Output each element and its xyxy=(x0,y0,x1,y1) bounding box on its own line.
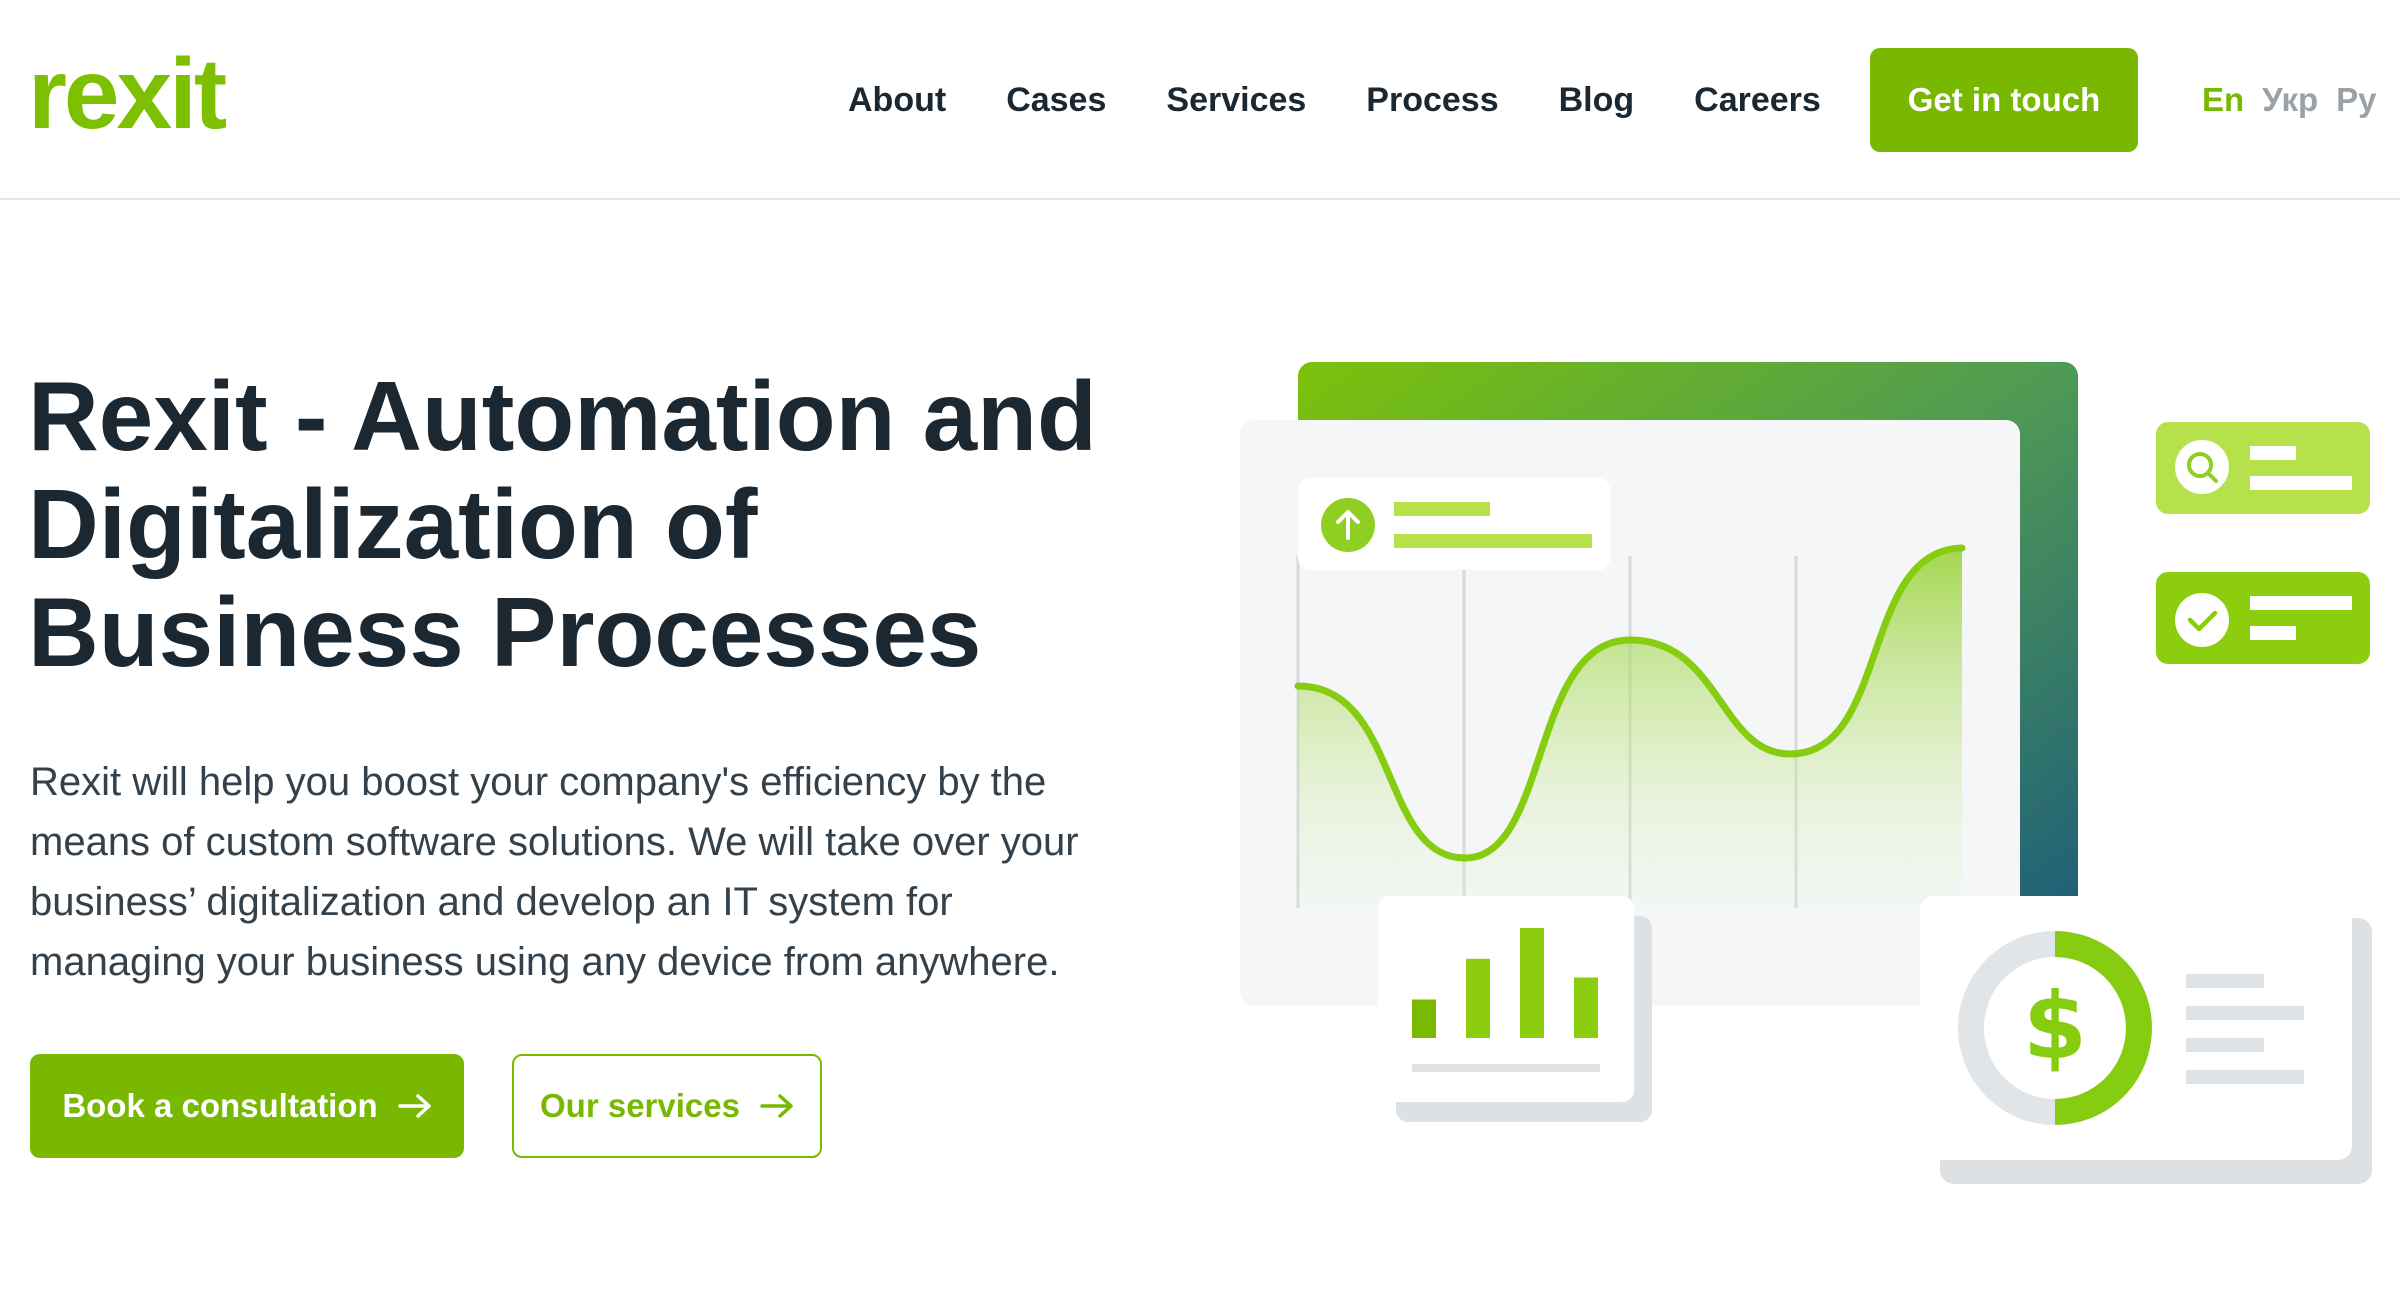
hero-description-line: Rexit will help you boost your company's… xyxy=(30,760,1047,804)
lang-en[interactable]: En xyxy=(2202,78,2244,122)
hero-description-line: business’ digitalization and develop an … xyxy=(30,880,953,924)
lang-ru[interactable]: Ру xyxy=(2336,78,2376,122)
hero-title-line: Rexit - Automation and xyxy=(28,361,1097,471)
nav-process[interactable]: Process xyxy=(1366,78,1498,122)
illustration-bar xyxy=(1412,999,1436,1038)
hero-description-line: managing your business using any device … xyxy=(30,940,1060,984)
hero-title: Rexit - Automation and Digitalization of… xyxy=(28,362,1178,686)
illustration-bar xyxy=(1520,928,1544,1038)
illustration-bar xyxy=(1574,977,1598,1038)
nav-about[interactable]: About xyxy=(848,78,946,122)
hero-illustration: $ xyxy=(1240,362,2372,1184)
rexit-logo[interactable]: rexit xyxy=(28,44,227,144)
language-switcher: En Укр Ру xyxy=(2202,78,2377,122)
main-nav: About Cases Services Process Blog Career… xyxy=(848,78,1881,122)
illustration-bar xyxy=(1466,958,1490,1038)
site-header: rexit About Cases Services Process Blog … xyxy=(0,0,2400,200)
book-consultation-button[interactable]: Book a consultation xyxy=(30,1054,464,1158)
search-icon xyxy=(2175,440,2229,494)
hero-title-line: Business Processes xyxy=(28,577,982,687)
arrow-right-icon xyxy=(760,1094,793,1118)
dollar-icon: $ xyxy=(2023,973,2087,1080)
nav-cases[interactable]: Cases xyxy=(1006,78,1106,122)
our-services-label: Our services xyxy=(540,1087,740,1124)
book-consultation-label: Book a consultation xyxy=(62,1087,378,1124)
get-in-touch-button[interactable]: Get in touch xyxy=(1870,48,2138,152)
nav-blog[interactable]: Blog xyxy=(1559,78,1635,122)
check-icon xyxy=(2175,593,2229,647)
arrow-right-icon xyxy=(397,1094,431,1118)
hero-title-line: Digitalization of xyxy=(28,469,758,579)
our-services-button[interactable]: Our services xyxy=(512,1054,822,1158)
nav-careers[interactable]: Careers xyxy=(1694,78,1821,122)
lang-ukr[interactable]: Укр xyxy=(2262,78,2318,122)
nav-services[interactable]: Services xyxy=(1166,78,1306,122)
hero-description: Rexit will help you boost your company's… xyxy=(30,752,1210,992)
hero-description-line: means of custom software solutions. We w… xyxy=(30,820,1079,864)
